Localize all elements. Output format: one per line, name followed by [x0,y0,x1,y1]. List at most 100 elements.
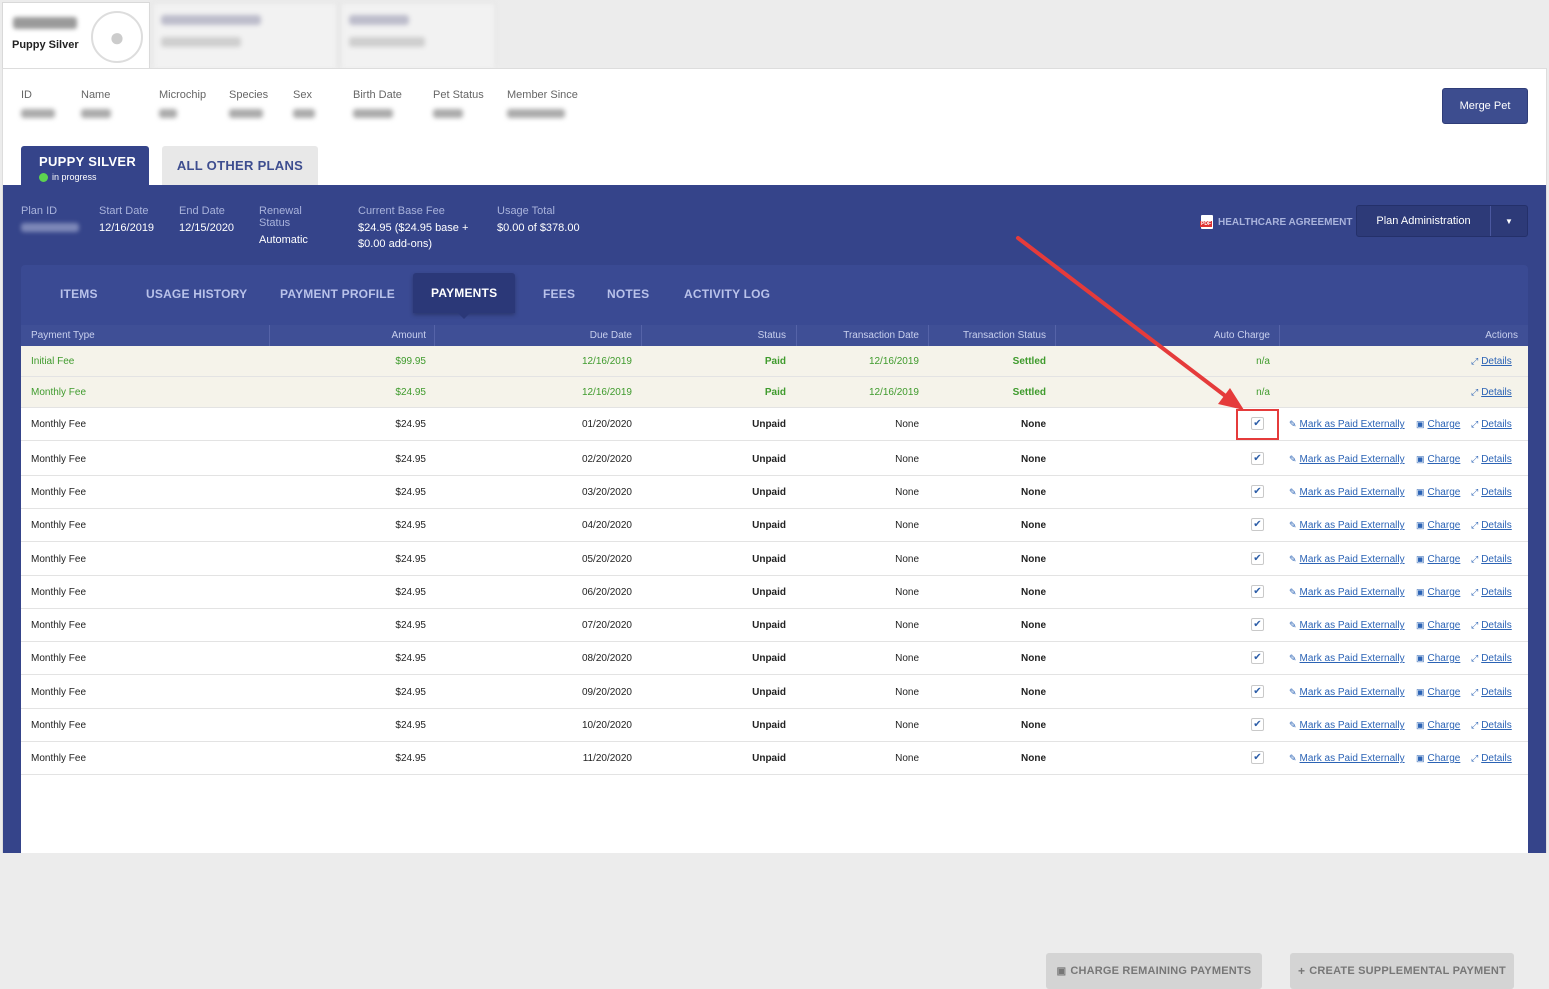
charge-link[interactable]: ▣ Charge [1416,720,1460,731]
usage-value: $0.00 of $378.00 [497,222,580,234]
charge-link[interactable]: ▣ Charge [1416,554,1460,565]
col-transaction-date: Transaction Date [843,330,919,341]
mark-paid-label: Mark as Paid Externally [1299,587,1405,598]
pet-info-col: Name [81,89,137,118]
mark-paid-externally-link[interactable]: ✎ Mark as Paid Externally [1289,487,1405,498]
col-payment-type: Payment Type [31,330,95,341]
redacted-value [21,109,55,118]
table-row: Monthly Fee $24.95 08/20/2020 Unpaid None Non… [21,642,1528,675]
details-link[interactable]: ⤢ Details [1471,720,1512,731]
mark-paid-externally-link[interactable]: ✎ Mark as Paid Externally [1289,753,1405,764]
tab-notes[interactable]: NOTES [607,287,649,301]
mark-paid-externally-link[interactable]: ✎ Mark as Paid Externally [1289,653,1405,664]
charge-link[interactable]: ▣ Charge [1416,653,1460,664]
payment-type-cell: Monthly Fee [31,687,87,698]
charge-link[interactable]: ▣ Charge [1416,419,1460,430]
mark-paid-externally-link[interactable]: ✎ Mark as Paid Externally [1289,587,1405,598]
auto-charge-checkbox[interactable]: ✔ [1251,485,1264,498]
healthcare-agreement-link[interactable]: HEALTHCARE AGREEMENT [1200,215,1352,229]
plan-administration-button[interactable]: Plan Administration ▼ [1356,205,1528,237]
details-label: Details [1481,419,1512,430]
auto-charge-checkbox[interactable]: ✔ [1251,685,1264,698]
transaction-date-cell: None [895,687,919,698]
charge-link[interactable]: ▣ Charge [1416,587,1460,598]
charge-link[interactable]: ▣ Charge [1416,620,1460,631]
create-supplemental-payment-button[interactable]: + CREATE SUPPLEMENTAL PAYMENT [1290,953,1514,989]
mark-paid-externally-link[interactable]: ✎ Mark as Paid Externally [1289,419,1405,430]
status-cell: Unpaid [752,653,786,664]
charge-link[interactable]: ▣ Charge [1416,487,1460,498]
redacted-value [433,109,463,118]
mark-paid-externally-link[interactable]: ✎ Mark as Paid Externally [1289,520,1405,531]
charge-remaining-payments-button[interactable]: ▣ CHARGE REMAINING PAYMENTS [1046,953,1262,989]
plan-admin-label: Plan Administration [1357,206,1491,236]
tab-usage-history[interactable]: USAGE HISTORY [146,287,247,301]
auto-charge-checkbox[interactable]: ✔ [1251,452,1264,465]
transaction-status-cell: None [1021,653,1046,664]
auto-charge-checkbox[interactable]: ✔ [1251,718,1264,731]
details-link[interactable]: ⤢ Details [1471,356,1512,367]
due-date-cell: 03/20/2020 [581,487,632,498]
auto-charge-checkbox[interactable]: ✔ [1251,751,1264,764]
mark-paid-externally-link[interactable]: ✎ Mark as Paid Externally [1289,720,1405,731]
auto-charge-checkbox[interactable]: ✔ [1251,552,1264,565]
details-link[interactable]: ⤢ Details [1471,753,1512,764]
table-row: Monthly Fee $24.95 01/20/2020 Unpaid None Non… [21,408,1528,441]
status-cell: Unpaid [752,487,786,498]
details-link[interactable]: ⤢ Details [1471,653,1512,664]
cash-icon: ▣ [1416,419,1425,429]
details-link[interactable]: ⤢ Details [1471,487,1512,498]
details-link[interactable]: ⤢ Details [1471,520,1512,531]
base-fee-label: Current Base Fee [358,205,445,217]
mark-paid-externally-link[interactable]: ✎ Mark as Paid Externally [1289,687,1405,698]
transaction-status-cell: Settled [1012,356,1046,367]
auto-charge-checkbox[interactable]: ✔ [1251,618,1264,631]
details-label: Details [1481,520,1512,531]
mark-paid-externally-link[interactable]: ✎ Mark as Paid Externally [1289,454,1405,465]
merge-pet-button[interactable]: Merge Pet [1442,88,1528,124]
edit-icon: ✎ [1289,554,1297,564]
tab-all-other-plans[interactable]: ALL OTHER PLANS [162,146,318,185]
table-row: Monthly Fee $24.95 10/20/2020 Unpaid None Non… [21,709,1528,742]
pet-card-other[interactable] [152,2,338,68]
status-cell: Unpaid [752,720,786,731]
charge-link[interactable]: ▣ Charge [1416,687,1460,698]
details-label: Details [1481,487,1512,498]
details-link[interactable]: ⤢ Details [1471,554,1512,565]
charge-link[interactable]: ▣ Charge [1416,454,1460,465]
pet-card-other[interactable] [340,2,496,68]
tab-puppy-silver[interactable]: PUPPY SILVER in progress [21,146,149,185]
transaction-date-cell: None [895,487,919,498]
tab-items[interactable]: ITEMS [60,287,98,301]
status-cell: Unpaid [752,620,786,631]
charge-link[interactable]: ▣ Charge [1416,753,1460,764]
amount-cell: $24.95 [395,454,426,465]
details-label: Details [1481,587,1512,598]
details-link[interactable]: ⤢ Details [1471,687,1512,698]
details-link[interactable]: ⤢ Details [1471,620,1512,631]
amount-cell: $24.95 [395,687,426,698]
pet-info-col: Microchip [159,89,207,118]
caret-down-icon[interactable]: ▼ [1491,217,1527,226]
details-link[interactable]: ⤢ Details [1471,387,1512,398]
redacted-value [293,109,315,118]
details-label: Details [1481,653,1512,664]
cash-icon: ▣ [1416,720,1425,730]
charge-link[interactable]: ▣ Charge [1416,520,1460,531]
tab-fees[interactable]: FEES [543,287,575,301]
auto-charge-checkbox[interactable]: ✔ [1251,651,1264,664]
details-link[interactable]: ⤢ Details [1471,419,1512,430]
auto-charge-checkbox[interactable]: ✔ [1251,585,1264,598]
tab-payments[interactable]: PAYMENTS [413,273,516,319]
pet-card-active[interactable]: Puppy Silver ● [2,2,150,68]
details-label: Details [1481,620,1512,631]
tab-payment-profile[interactable]: PAYMENT PROFILE [280,287,395,301]
col-auto-charge: Auto Charge [1213,330,1270,341]
mark-paid-externally-link[interactable]: ✎ Mark as Paid Externally [1289,554,1405,565]
details-link[interactable]: ⤢ Details [1471,587,1512,598]
payment-type-cell: Monthly Fee [31,520,87,531]
mark-paid-externally-link[interactable]: ✎ Mark as Paid Externally [1289,620,1405,631]
tab-activity-log[interactable]: ACTIVITY LOG [684,287,770,301]
details-link[interactable]: ⤢ Details [1471,454,1512,465]
auto-charge-checkbox[interactable]: ✔ [1251,518,1264,531]
